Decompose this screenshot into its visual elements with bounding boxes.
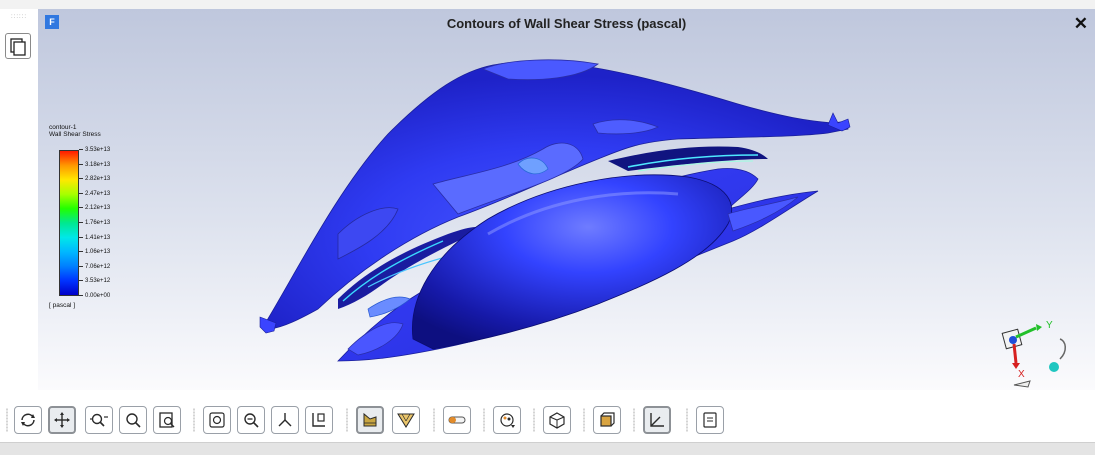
axes-triad-icon xyxy=(650,413,664,427)
mesh-display-button[interactable] xyxy=(392,406,420,434)
legend-tick: 1.41e+13 xyxy=(79,233,110,243)
legend-unit: [ pascal ] xyxy=(49,302,76,309)
zoom-in-out-button[interactable] xyxy=(85,406,113,434)
zoom-to-area-icon xyxy=(126,413,141,428)
mesh-display-icon xyxy=(397,413,415,428)
legend-tick: 2.12e+13 xyxy=(79,203,110,213)
toolbar-separator xyxy=(633,408,635,432)
drag-grip-icon[interactable]: :::::: xyxy=(11,14,27,20)
zoom-to-fit-icon xyxy=(159,412,175,428)
y-axis-arrowhead xyxy=(1036,324,1042,331)
legend-tick: 0.00e+00 xyxy=(79,291,110,301)
bounding-box-icon xyxy=(600,412,615,427)
colormap-options-icon xyxy=(500,413,515,428)
pan-icon xyxy=(54,412,70,428)
legend-tick: 3.53e+13 xyxy=(79,145,110,155)
transparency-slider-button[interactable] xyxy=(443,406,471,434)
legend-field-name: Wall Shear Stress xyxy=(49,131,101,138)
rotate-view-icon xyxy=(21,413,35,427)
zoom-previous-icon xyxy=(244,413,259,428)
view-orientation-icon xyxy=(312,413,325,427)
isometric-view-button[interactable] xyxy=(271,406,299,434)
graphics-toolbar xyxy=(0,390,1095,442)
z-axis-ball xyxy=(1049,362,1059,372)
toolbar-separator xyxy=(686,408,688,432)
console-panel-edge xyxy=(0,442,1095,455)
graphics-viewport[interactable]: F Contours of Wall Shear Stress (pascal)… xyxy=(38,9,1095,390)
legend-tick: 1.76e+13 xyxy=(79,218,110,228)
scene-objects-button[interactable] xyxy=(543,406,571,434)
transparency-slider-icon xyxy=(448,416,466,424)
view-orientation-button[interactable] xyxy=(305,406,333,434)
pan-button[interactable] xyxy=(48,406,76,434)
zoom-in-out-icon xyxy=(90,413,108,427)
y-axis-label: Y xyxy=(1046,320,1053,331)
scene-objects-icon xyxy=(549,412,565,429)
annotation-icon xyxy=(703,412,717,428)
copy-window-button[interactable] xyxy=(5,33,31,59)
legend-tick: 2.82e+13 xyxy=(79,174,110,184)
lighting-icon xyxy=(363,412,377,427)
toolbar-separator xyxy=(433,408,435,432)
rotate-left-icon[interactable] xyxy=(1013,380,1031,388)
isometric-view-icon xyxy=(278,413,292,427)
toolbar-separator xyxy=(193,408,195,432)
left-tool-panel: :::::: xyxy=(0,9,38,389)
axes-triad[interactable]: Y X xyxy=(996,311,1076,390)
lighting-button[interactable] xyxy=(356,406,384,434)
legend-title: contour-1 Wall Shear Stress xyxy=(49,124,101,138)
contour-model[interactable] xyxy=(38,9,1095,390)
zoom-to-area-button[interactable] xyxy=(119,406,147,434)
triad-origin xyxy=(1009,336,1017,344)
colormap-options-button[interactable] xyxy=(493,406,521,434)
bounding-box-button[interactable] xyxy=(593,406,621,434)
x-axis-arrow xyxy=(1012,343,1018,364)
fit-to-window-icon xyxy=(209,412,225,428)
toolbar-separator xyxy=(6,408,8,432)
toolbar-separator xyxy=(346,408,348,432)
legend-tick: 7.06e+12 xyxy=(79,262,110,272)
toolbar-separator xyxy=(483,408,485,432)
toolbar-separator xyxy=(533,408,535,432)
toolbar-separator xyxy=(583,408,585,432)
fit-to-window-button[interactable] xyxy=(203,406,231,434)
legend-tick: 2.47e+13 xyxy=(79,189,110,199)
zoom-to-fit-button[interactable] xyxy=(153,406,181,434)
rotate-view-button[interactable] xyxy=(14,406,42,434)
x-axis-label: X xyxy=(1018,369,1025,380)
colormap-bar xyxy=(59,150,79,296)
zoom-previous-button[interactable] xyxy=(237,406,265,434)
axes-triad-button[interactable] xyxy=(643,406,671,434)
legend-object-name: contour-1 xyxy=(49,124,77,131)
colormap-ticks: 3.53e+13 3.18e+13 2.82e+13 2.47e+13 2.12… xyxy=(79,147,123,299)
legend-tick: 1.06e+13 xyxy=(79,247,110,257)
legend-tick: 3.53e+12 xyxy=(79,276,110,286)
rotate-arrow-icon[interactable] xyxy=(1059,338,1066,360)
copy-window-icon xyxy=(10,38,26,56)
legend-tick: 3.18e+13 xyxy=(79,160,110,170)
annotation-button[interactable] xyxy=(696,406,724,434)
